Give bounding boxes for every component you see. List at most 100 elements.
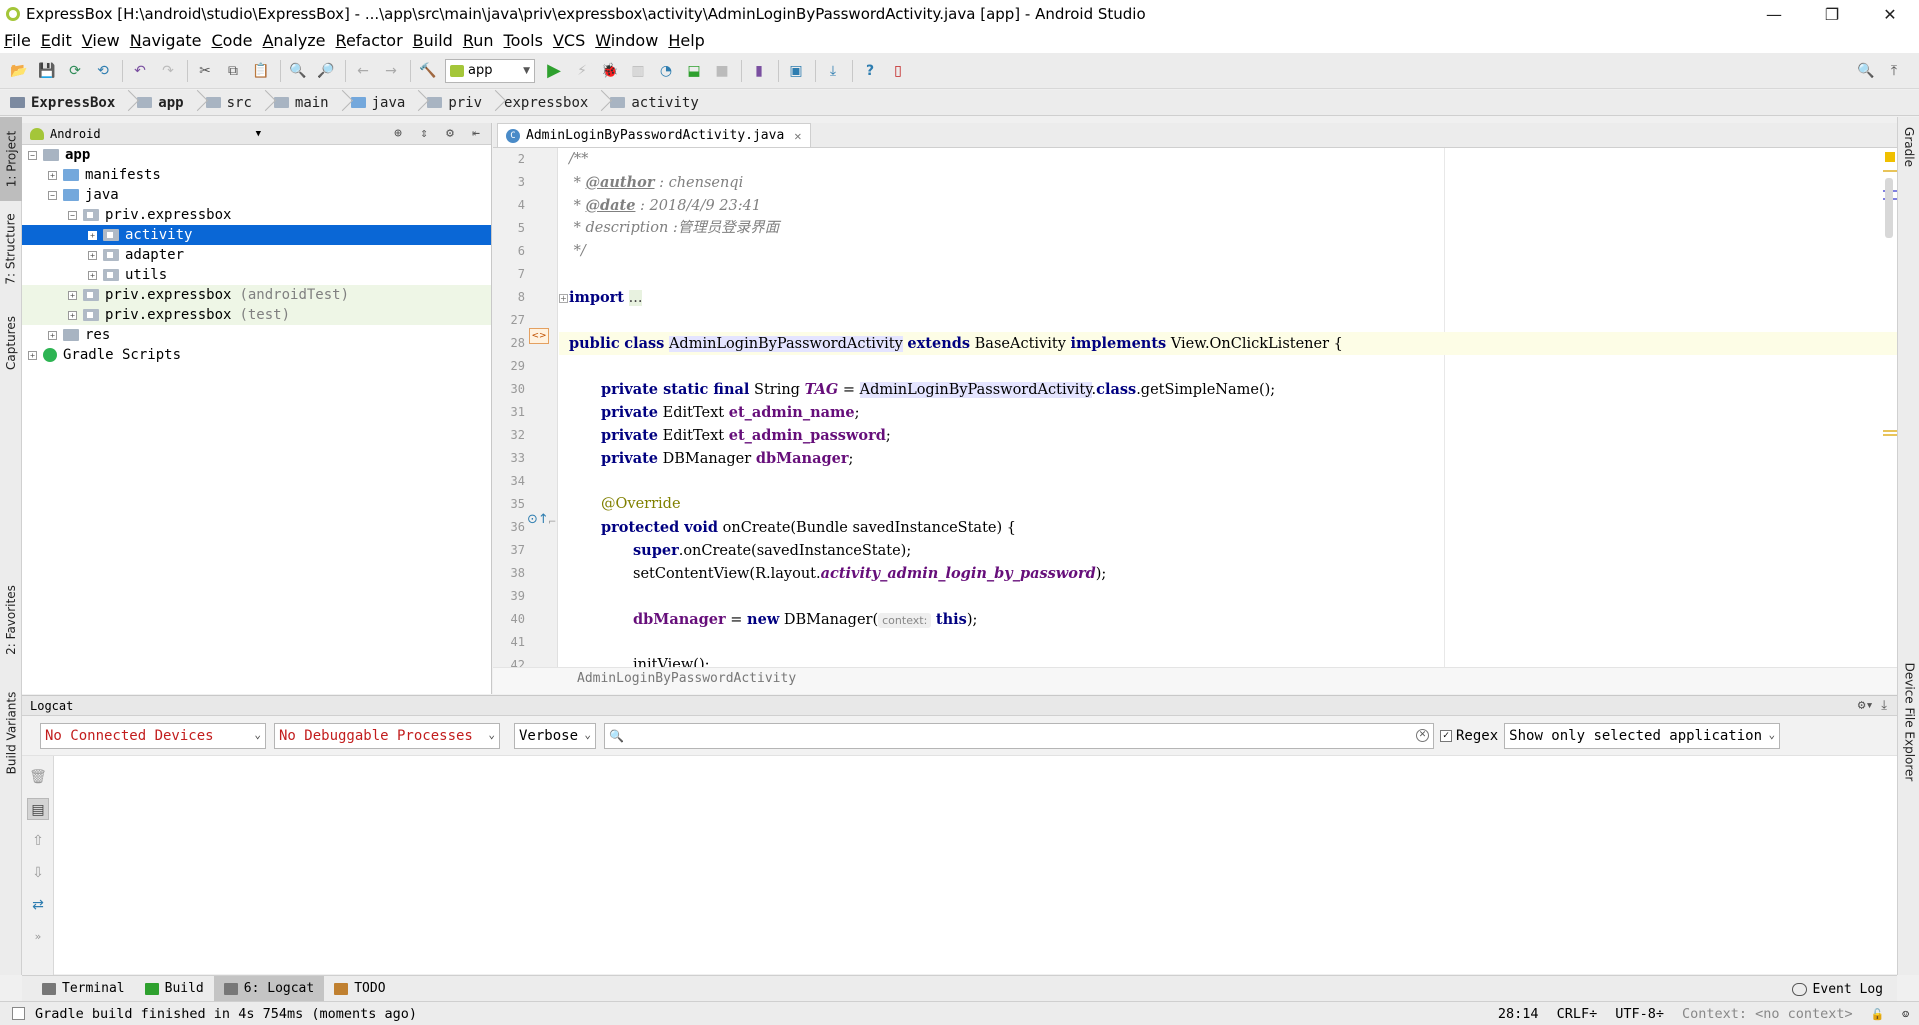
scroll-from-source-icon[interactable]: ⊕ bbox=[389, 126, 407, 142]
open-folder-icon[interactable]: 📂 bbox=[8, 60, 30, 82]
chevron-down-icon[interactable]: ▼ bbox=[256, 129, 261, 139]
editor-tab[interactable]: C AdminLoginByPasswordActivity.java ✕ bbox=[497, 123, 811, 147]
pin-icon[interactable]: ⤒ bbox=[1883, 60, 1905, 82]
down-stack-icon[interactable]: ⇩ bbox=[27, 862, 49, 884]
tree-item-utils[interactable]: + utils bbox=[22, 265, 491, 285]
breadcrumb-item[interactable]: expressbox bbox=[504, 90, 588, 116]
menu-navigate[interactable]: Navigate bbox=[130, 31, 202, 50]
minimize-button[interactable]: — bbox=[1745, 0, 1803, 28]
folded-region[interactable]: ... bbox=[628, 290, 643, 306]
line-separator[interactable]: CRLF÷ bbox=[1557, 1006, 1598, 1022]
toggle-tool-windows-icon[interactable] bbox=[12, 1007, 25, 1020]
menu-help[interactable]: Help bbox=[668, 31, 704, 50]
menu-build[interactable]: Build bbox=[413, 31, 453, 50]
paste-icon[interactable]: 📋 bbox=[250, 60, 272, 82]
tool-tab-captures[interactable]: Captures bbox=[0, 307, 22, 379]
breadcrumb-item[interactable]: src bbox=[205, 90, 252, 116]
event-log-button[interactable]: Event Log bbox=[1791, 976, 1883, 1002]
breadcrumb-item[interactable]: app bbox=[137, 90, 184, 116]
menu-edit[interactable]: Edit bbox=[41, 31, 72, 50]
tree-item-manifests[interactable]: + manifests bbox=[22, 165, 491, 185]
tree-item-res[interactable]: + res bbox=[22, 325, 491, 345]
find-icon[interactable]: 🔍 bbox=[287, 60, 309, 82]
expand-icon[interactable]: + bbox=[28, 350, 37, 360]
tool-tab-structure[interactable]: 7: Structure bbox=[0, 203, 22, 295]
expand-icon[interactable]: + bbox=[68, 290, 77, 300]
expand-icon[interactable]: + bbox=[48, 330, 57, 340]
marker[interactable] bbox=[1883, 430, 1897, 432]
tab-todo[interactable]: TODO bbox=[324, 976, 395, 1002]
implements-gutter-icon[interactable]: <> bbox=[529, 328, 549, 344]
inspector-icon[interactable]: ☺ bbox=[1902, 1008, 1909, 1021]
search-everywhere-icon[interactable]: 🔍 bbox=[1855, 60, 1877, 82]
apply-changes-icon[interactable]: ⚡ bbox=[571, 60, 593, 82]
expand-fold-icon[interactable]: + bbox=[559, 293, 568, 303]
file-encoding[interactable]: UTF-8÷ bbox=[1615, 1006, 1664, 1022]
back-icon[interactable]: ← bbox=[352, 60, 374, 82]
help-icon[interactable]: ? bbox=[859, 60, 881, 82]
cut-icon[interactable]: ✂ bbox=[194, 60, 216, 82]
logcat-search-input[interactable] bbox=[627, 725, 1416, 746]
status-message[interactable]: Gradle build finished in 4s 754ms (momen… bbox=[35, 1006, 417, 1022]
collapse-icon[interactable]: − bbox=[48, 190, 57, 200]
tool-tab-project[interactable]: 1: Project bbox=[0, 117, 22, 201]
run-icon[interactable]: ▶ bbox=[543, 60, 565, 82]
clear-search-icon[interactable]: ✕ bbox=[1416, 729, 1429, 742]
debug-icon[interactable]: 🐞 bbox=[599, 60, 621, 82]
menu-run[interactable]: Run bbox=[463, 31, 494, 50]
menu-refactor[interactable]: Refactor bbox=[336, 31, 403, 50]
profile-icon[interactable]: ▥ bbox=[627, 60, 649, 82]
context-indicator[interactable]: Context: <no context> bbox=[1682, 1006, 1853, 1022]
replace-icon[interactable]: 🔎 bbox=[315, 60, 337, 82]
tool-tab-build-variants[interactable]: Build Variants bbox=[0, 677, 22, 789]
close-tab-icon[interactable]: ✕ bbox=[794, 129, 801, 143]
tab-build[interactable]: Build bbox=[135, 976, 214, 1002]
make-project-icon[interactable]: 🔨 bbox=[417, 60, 439, 82]
logcat-filter-select[interactable]: Show only selected application ⌄ bbox=[1504, 722, 1781, 749]
sdk-manager-icon[interactable]: ⤓ bbox=[822, 60, 844, 82]
sync-gradle-icon[interactable]: ⟲ bbox=[92, 60, 114, 82]
more-icon[interactable]: » bbox=[27, 926, 49, 948]
tree-item-app[interactable]: − app bbox=[22, 145, 491, 165]
regex-toggle[interactable]: ✓ Regex bbox=[1440, 728, 1498, 744]
override-gutter-icon[interactable]: ⊙↑ bbox=[527, 512, 549, 527]
lock-icon[interactable]: 🔓 bbox=[1871, 1008, 1885, 1021]
tree-item-java[interactable]: − java bbox=[22, 185, 491, 205]
collapse-icon[interactable]: − bbox=[68, 210, 77, 220]
attach-debugger-icon[interactable]: ⬓ bbox=[683, 60, 705, 82]
menu-code[interactable]: Code bbox=[212, 31, 253, 50]
menu-analyze[interactable]: Analyze bbox=[262, 31, 325, 50]
scroll-to-end-icon[interactable]: ▤ bbox=[27, 798, 49, 820]
run-config-select[interactable]: app ▼ bbox=[445, 58, 535, 83]
tree-item-adapter[interactable]: + adapter bbox=[22, 245, 491, 265]
tool-tab-device-file-explorer[interactable]: Device File Explorer bbox=[1898, 647, 1919, 797]
tree-item-package[interactable]: − priv.expressbox bbox=[22, 205, 491, 225]
device-select[interactable]: No Connected Devices ⌄ bbox=[40, 722, 266, 749]
restore-button[interactable]: ❐ bbox=[1803, 0, 1861, 28]
logcat-search[interactable]: 🔍 ✕ bbox=[604, 722, 1434, 749]
gear-icon[interactable]: ⚙ bbox=[441, 126, 459, 142]
marker[interactable] bbox=[1883, 170, 1897, 172]
breadcrumb-item[interactable]: main bbox=[273, 90, 329, 116]
soft-wrap-icon[interactable]: ⇄ bbox=[27, 894, 49, 916]
expand-icon[interactable]: + bbox=[68, 310, 77, 320]
tool-tab-favorites[interactable]: 2: Favorites bbox=[0, 572, 22, 668]
redo-icon[interactable]: ↷ bbox=[157, 60, 179, 82]
process-select[interactable]: No Debuggable Processes ⌄ bbox=[274, 722, 500, 749]
editor-breadcrumb[interactable]: AdminLoginByPasswordActivity bbox=[493, 667, 1897, 694]
code-area[interactable]: 2 3 4 5 6 7 8 27 28 29 30 31 32 33 34 35… bbox=[493, 148, 1897, 667]
tab-logcat[interactable]: 6: Logcat bbox=[213, 975, 325, 1002]
expand-icon[interactable]: + bbox=[88, 250, 97, 260]
logcat-settings-icon[interactable]: ⚙▾ ⤓ bbox=[1858, 696, 1887, 716]
expand-icon[interactable]: + bbox=[88, 230, 97, 240]
stop-icon[interactable]: ■ bbox=[711, 60, 733, 82]
tree-item-activity[interactable]: + activity bbox=[22, 225, 491, 245]
collapse-icon[interactable]: − bbox=[28, 150, 37, 160]
close-button[interactable]: ✕ bbox=[1861, 0, 1919, 28]
breadcrumb-item[interactable]: ExpressBox bbox=[10, 90, 115, 116]
tab-terminal[interactable]: Terminal bbox=[32, 976, 135, 1002]
project-view-mode[interactable]: Android bbox=[50, 127, 101, 141]
scrollbar-thumb[interactable] bbox=[1885, 178, 1893, 238]
warning-marker[interactable] bbox=[1885, 152, 1895, 162]
tree-item-package-androidtest[interactable]: + priv.expressbox (androidTest) bbox=[22, 285, 491, 305]
